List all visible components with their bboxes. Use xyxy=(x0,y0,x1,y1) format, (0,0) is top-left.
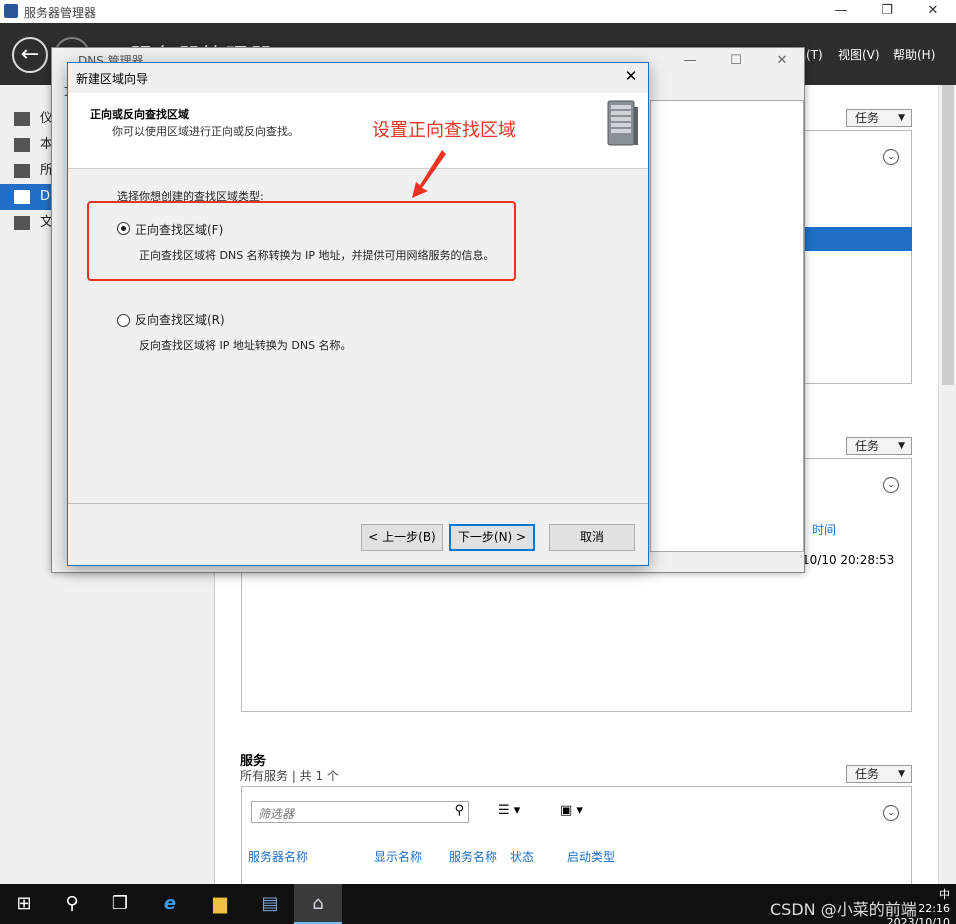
server-manager-taskbar-icon[interactable]: ▤ xyxy=(246,884,294,924)
column-service-name[interactable]: 服务名称 xyxy=(449,848,497,865)
reverse-lookup-radio[interactable] xyxy=(117,314,130,327)
chevron-down-icon[interactable]: ⌄ xyxy=(883,149,899,165)
dns-manager-taskbar-icon[interactable]: ⌂ xyxy=(294,884,342,924)
column-server-name[interactable]: 服务器名称 xyxy=(248,848,308,865)
dns-icon xyxy=(14,190,30,204)
wizard-title: 新建区域向导 xyxy=(76,72,149,86)
filter-placeholder: 筛选器 xyxy=(258,807,295,821)
back-button[interactable]: < 上一步(B) xyxy=(361,524,443,551)
services-panel: 筛选器 ⚲ ☰ ▾ ▣ ▾ ⌄ 服务器名称 显示名称 服务名称 状态 启动类型 xyxy=(241,786,912,896)
next-button[interactable]: 下一步(N) > xyxy=(449,524,535,551)
server-tower-icon xyxy=(607,100,638,146)
file-services-icon xyxy=(14,216,30,230)
chevron-down-icon[interactable]: ⌄ xyxy=(883,477,899,493)
filter-input[interactable]: 筛选器 ⚲ xyxy=(251,801,469,823)
file-explorer-icon[interactable]: ▆ xyxy=(196,884,244,924)
dns-detail-pane xyxy=(650,100,804,552)
events-column-time[interactable]: 时间 xyxy=(812,521,836,538)
menu-view[interactable]: 视图(V) xyxy=(838,46,880,63)
events-row-time: 10/10 20:28:53 xyxy=(802,553,895,567)
selected-row-highlight[interactable] xyxy=(802,227,912,251)
close-icon[interactable]: ✕ xyxy=(620,65,642,87)
tasks-dropdown-services[interactable]: 任务 xyxy=(846,765,912,783)
wizard-header: 正向或反向查找区域 你可以使用区域进行正向或反向查找。 xyxy=(68,93,648,169)
column-status[interactable]: 状态 xyxy=(510,848,534,865)
window-title: 服务器管理器 xyxy=(24,6,97,20)
tasks-dropdown-events[interactable]: 任务 xyxy=(846,437,912,455)
wizard-heading: 正向或反向查找区域 xyxy=(90,108,189,121)
search-icon[interactable]: ⚲ xyxy=(48,884,96,924)
cancel-button[interactable]: 取消 xyxy=(549,524,635,551)
scrollbar-thumb[interactable] xyxy=(942,85,954,385)
watermark-text: CSDN @小菜的前端 xyxy=(770,900,917,919)
dashboard-icon xyxy=(14,112,30,126)
wizard-subheading: 你可以使用区域进行正向或反向查找。 xyxy=(112,125,299,138)
tray-language[interactable]: 中 xyxy=(939,888,950,901)
chevron-down-icon[interactable]: ⌄ xyxy=(883,805,899,821)
server-manager-icon xyxy=(4,4,18,18)
search-icon[interactable]: ⚲ xyxy=(454,803,464,818)
tasks-dropdown-servers[interactable]: 任务 xyxy=(846,109,912,127)
dns-close-button[interactable]: ✕ xyxy=(759,50,805,73)
maximize-button[interactable]: ❐ xyxy=(864,0,910,23)
wizard-separator xyxy=(68,503,648,504)
services-subtitle: 所有服务 | 共 1 个 xyxy=(240,769,339,783)
reverse-lookup-description: 反向查找区域将 IP 地址转换为 DNS 名称。 xyxy=(139,339,352,352)
main-scrollbar[interactable] xyxy=(938,85,956,884)
taskbar: ⊞ ⚲ ❐ e ▆ ▤ ⌂ 中 22:16 2023/10/10 CSDN @小… xyxy=(0,884,956,924)
start-windows-icon[interactable]: ⊞ xyxy=(0,884,48,924)
minimize-button[interactable]: — xyxy=(818,0,864,23)
annotation-highlight-box xyxy=(87,201,516,281)
save-query-icon[interactable]: ▣ ▾ xyxy=(560,803,583,818)
list-options-icon[interactable]: ☰ ▾ xyxy=(498,803,520,818)
column-display-name[interactable]: 显示名称 xyxy=(374,848,422,865)
close-button[interactable]: ✕ xyxy=(910,0,956,23)
internet-explorer-icon[interactable]: e xyxy=(146,884,194,924)
new-zone-wizard-dialog: 新建区域向导 ✕ 正向或反向查找区域 你可以使用区域进行正向或反向查找。 选择你… xyxy=(67,62,649,566)
reverse-lookup-label[interactable]: 反向查找区域(R) xyxy=(135,311,225,328)
servers-icon xyxy=(14,164,30,178)
task-view-icon[interactable]: ❐ xyxy=(96,884,144,924)
server-manager-titlebar: 服务器管理器 — ❐ ✕ xyxy=(0,0,956,23)
annotation-arrow-icon xyxy=(412,150,446,198)
annotation-text: 设置正向查找区域 xyxy=(372,120,516,141)
back-arrow-icon[interactable]: ← xyxy=(12,37,48,73)
column-startup-type[interactable]: 启动类型 xyxy=(567,848,615,865)
dns-minimize-button[interactable]: — xyxy=(667,50,713,73)
server-icon xyxy=(14,138,30,152)
dns-maximize-button[interactable]: ☐ xyxy=(713,50,759,73)
menu-help[interactable]: 帮助(H) xyxy=(893,46,935,63)
